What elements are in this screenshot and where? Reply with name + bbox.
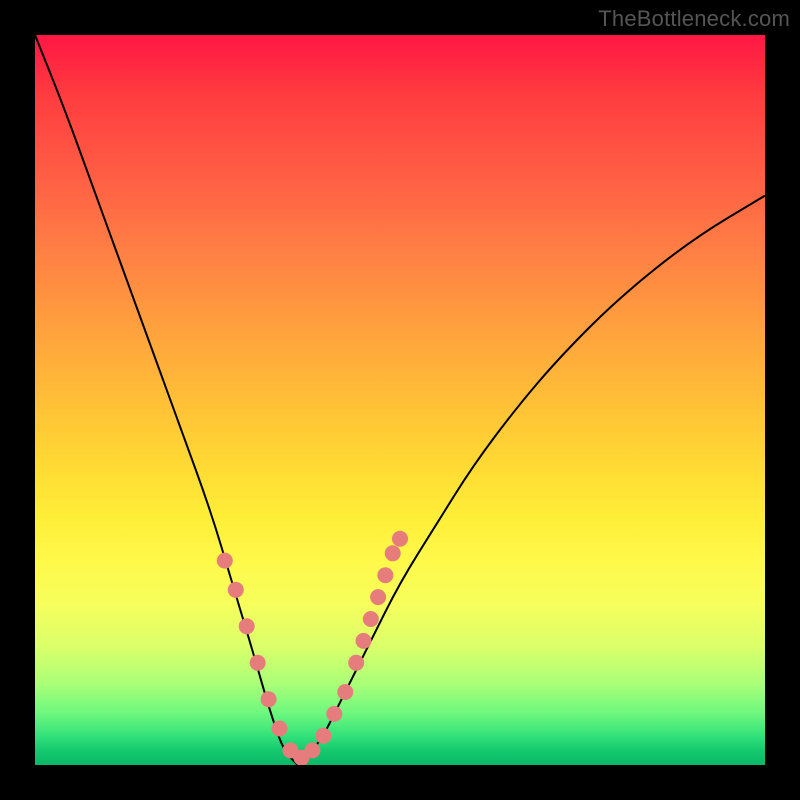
chart-svg [35,35,765,765]
outer-frame: TheBottleneck.com [0,0,800,800]
sample-dot [272,721,288,737]
sample-dot [370,589,386,605]
sample-dot [356,633,372,649]
sample-dot [385,545,401,561]
sample-dot [377,567,393,583]
sample-dot [250,655,266,671]
sample-dot [363,611,379,627]
sample-dot [326,706,342,722]
sample-dot [239,618,255,634]
sample-dot [228,582,244,598]
sample-dot [217,553,233,569]
plot-area [35,35,765,765]
sample-dot [337,684,353,700]
sample-dot [392,531,408,547]
sample-dot [261,691,277,707]
watermark-text: TheBottleneck.com [598,6,790,32]
sample-dots-group [217,531,408,765]
sample-dot [348,655,364,671]
sample-dot [304,742,320,758]
curve-right-branch [298,196,765,765]
sample-dot [315,728,331,744]
